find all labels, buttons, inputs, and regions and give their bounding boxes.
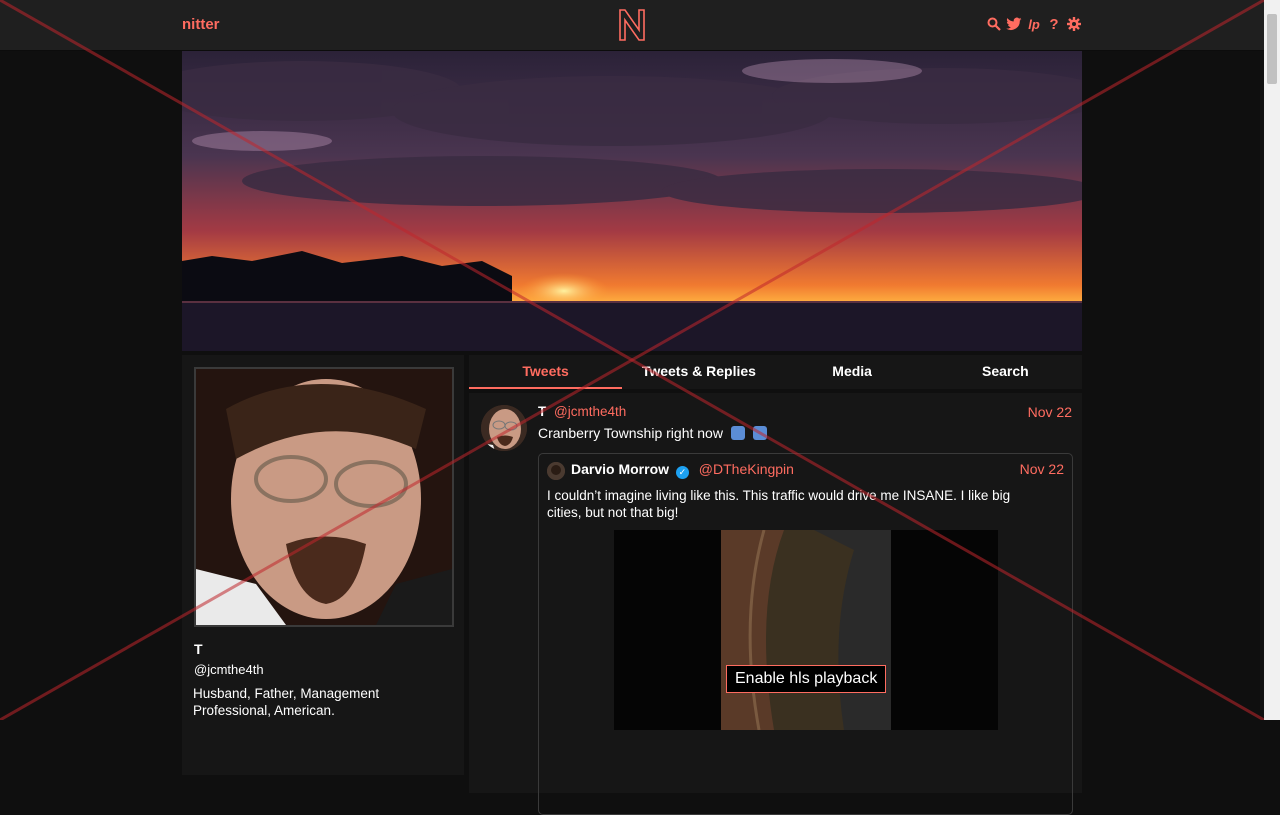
nav-icons: lp ? — [986, 16, 1082, 33]
quote-header: Darvio Morrow ✓ @DTheKingpin — [571, 461, 794, 479]
tweet-text-content: Cranberry Township right now — [538, 425, 723, 441]
people-emoji-icon — [752, 426, 767, 440]
quote-date[interactable]: Nov 22 — [1020, 461, 1064, 477]
timeline: T @jcmthe4th Nov 22 Cranberry Township r… — [469, 393, 1082, 815]
nitter-logo-icon[interactable] — [617, 8, 647, 42]
quote-text: I couldn’t imagine living like this. Thi… — [547, 488, 1011, 520]
quote-username[interactable]: @DTheKingpin — [699, 461, 794, 477]
video-player[interactable]: Enable hls playback — [614, 530, 998, 730]
tweet-text: Cranberry Township right now — [538, 425, 767, 441]
tab-search[interactable]: Search — [929, 355, 1082, 389]
profile-avatar[interactable] — [194, 367, 454, 627]
verified-icon: ✓ — [675, 466, 689, 479]
liberapay-icon[interactable]: lp — [1026, 16, 1042, 32]
scrollbar-thumb[interactable] — [1267, 14, 1277, 84]
tab-media[interactable]: Media — [776, 355, 929, 389]
profile-username[interactable]: @jcmthe4th — [194, 662, 264, 677]
scrollbar[interactable] — [1264, 0, 1280, 720]
quote-fullname[interactable]: Darvio Morrow — [571, 461, 669, 477]
quote-avatar[interactable] — [547, 462, 565, 480]
nitter-home-link[interactable]: nitter — [182, 16, 220, 33]
profile-banner[interactable] — [182, 51, 1082, 351]
people-emoji-icon — [730, 426, 745, 440]
help-icon[interactable]: ? — [1046, 16, 1062, 33]
tab-tweets[interactable]: Tweets — [469, 355, 623, 389]
twitter-bird-icon[interactable] — [1006, 16, 1022, 32]
tweet-avatar[interactable] — [481, 405, 527, 451]
tab-tweets-replies[interactable]: Tweets & Replies — [622, 355, 775, 389]
tweet-username[interactable]: @jcmthe4th — [554, 404, 626, 419]
profile-bio: Husband, Father, Management Professional… — [193, 686, 380, 718]
navbar: nitter lp ? — [0, 0, 1264, 51]
quoted-tweet[interactable]: Darvio Morrow ✓ @DTheKingpin Nov 22 I co… — [538, 453, 1073, 815]
search-icon[interactable] — [986, 16, 1002, 32]
tweet-fullname[interactable]: T — [538, 404, 546, 419]
tweet-header: T @jcmthe4th — [538, 404, 626, 419]
tweet-date[interactable]: Nov 22 — [1028, 404, 1072, 420]
gear-icon[interactable] — [1066, 16, 1082, 32]
profile-card: T @jcmthe4th Husband, Father, Management… — [182, 355, 464, 775]
profile-fullname[interactable]: T — [194, 641, 203, 657]
timeline-tabs: Tweets Tweets & Replies Media Search — [469, 355, 1082, 389]
enable-hls-button[interactable]: Enable hls playback — [726, 665, 887, 693]
